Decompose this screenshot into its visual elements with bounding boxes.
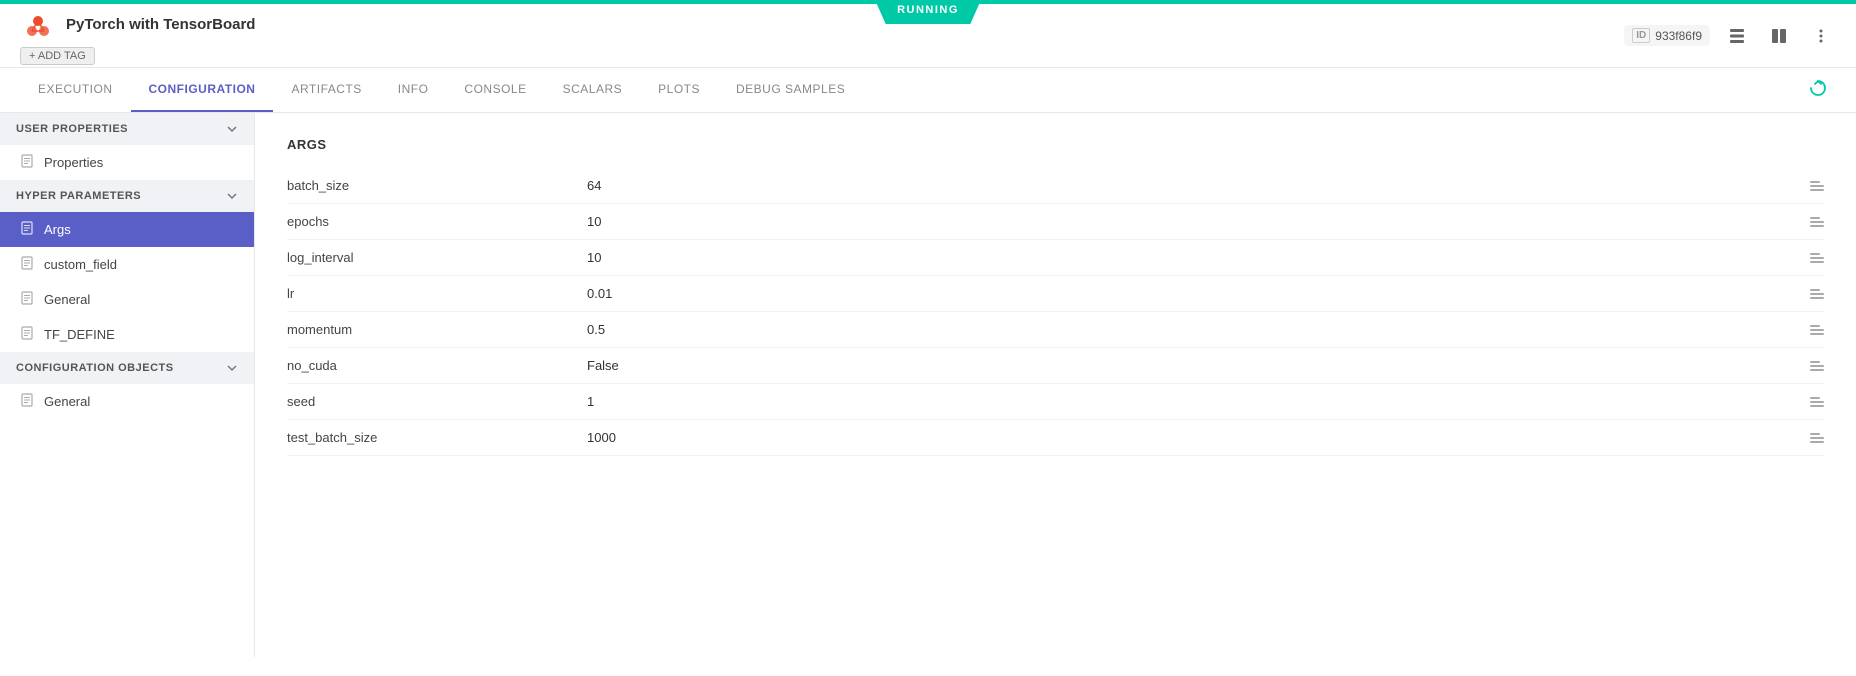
sidebar-item-general-config[interactable]: General bbox=[0, 384, 254, 419]
param-row-no-cuda: no_cuda False bbox=[287, 348, 1824, 384]
param-value-seed: 1 bbox=[587, 394, 1784, 409]
doc-icon bbox=[20, 154, 34, 171]
param-value-lr: 0.01 bbox=[587, 286, 1784, 301]
param-row-log-interval: log_interval 10 bbox=[287, 240, 1824, 276]
param-name-momentum: momentum bbox=[287, 322, 587, 337]
doc-icon-4 bbox=[20, 291, 34, 308]
doc-icon-5 bbox=[20, 326, 34, 343]
param-actions-epochs[interactable] bbox=[1784, 217, 1824, 227]
param-value-test-batch-size: 1000 bbox=[587, 430, 1784, 445]
tab-execution[interactable]: EXECUTION bbox=[20, 68, 131, 112]
header-right: ID 933f86f9 bbox=[1624, 21, 1836, 51]
param-menu-icon-test-batch-size[interactable] bbox=[1810, 433, 1824, 443]
param-row-momentum: momentum 0.5 bbox=[287, 312, 1824, 348]
doc-icon-6 bbox=[20, 393, 34, 410]
param-row-batch-size: batch_size 64 bbox=[287, 168, 1824, 204]
param-menu-icon-batch-size[interactable] bbox=[1810, 181, 1824, 191]
sidebar-item-args[interactable]: Args bbox=[0, 212, 254, 247]
section-title: ARGS bbox=[287, 137, 1824, 152]
tab-plots[interactable]: PLOTS bbox=[640, 68, 718, 112]
param-actions-seed[interactable] bbox=[1784, 397, 1824, 407]
sidebar-section-configuration-objects[interactable]: CONFIGURATION OBJECTS bbox=[0, 352, 254, 384]
param-name-lr: lr bbox=[287, 286, 587, 301]
add-tag-button[interactable]: + ADD TAG bbox=[20, 47, 95, 65]
collapse-icon bbox=[226, 123, 238, 135]
doc-icon-2 bbox=[20, 221, 34, 238]
param-name-batch-size: batch_size bbox=[287, 178, 587, 193]
sidebar-item-general[interactable]: General bbox=[0, 282, 254, 317]
collapse-icon-3 bbox=[226, 362, 238, 374]
id-value: 933f86f9 bbox=[1655, 29, 1702, 43]
param-row-epochs: epochs 10 bbox=[287, 204, 1824, 240]
header-left: PyTorch with TensorBoard + ADD TAG bbox=[20, 7, 255, 65]
sidebar-items-user-properties: Properties bbox=[0, 145, 254, 180]
param-actions-momentum[interactable] bbox=[1784, 325, 1824, 335]
param-name-epochs: epochs bbox=[287, 214, 587, 229]
param-row-lr: lr 0.01 bbox=[287, 276, 1824, 312]
param-value-momentum: 0.5 bbox=[587, 322, 1784, 337]
running-badge: RUNNING bbox=[875, 0, 981, 24]
sidebar-item-custom-field[interactable]: custom_field bbox=[0, 247, 254, 282]
app-title: PyTorch with TensorBoard bbox=[20, 7, 255, 43]
params-table: batch_size 64 epochs 10 log_interval 10 bbox=[287, 168, 1824, 456]
refresh-button[interactable] bbox=[1800, 70, 1836, 111]
param-menu-icon-momentum[interactable] bbox=[1810, 325, 1824, 335]
param-name-test-batch-size: test_batch_size bbox=[287, 430, 587, 445]
param-row-seed: seed 1 bbox=[287, 384, 1824, 420]
tab-console[interactable]: CONSOLE bbox=[446, 68, 544, 112]
sidebar-section-hyper-parameters[interactable]: HYPER PARAMETERS bbox=[0, 180, 254, 212]
list-view-button[interactable] bbox=[1722, 21, 1752, 51]
param-menu-icon-no-cuda[interactable] bbox=[1810, 361, 1824, 371]
content-area: ARGS batch_size 64 epochs 10 log_interva… bbox=[255, 113, 1856, 657]
collapse-icon-2 bbox=[226, 190, 238, 202]
param-value-epochs: 10 bbox=[587, 214, 1784, 229]
param-actions-no-cuda[interactable] bbox=[1784, 361, 1824, 371]
id-label: ID bbox=[1632, 28, 1650, 43]
app-logo bbox=[20, 7, 56, 43]
tab-info[interactable]: INFO bbox=[380, 68, 447, 112]
tabs-bar: EXECUTION CONFIGURATION ARTIFACTS INFO C… bbox=[0, 68, 1856, 113]
param-actions-log-interval[interactable] bbox=[1784, 253, 1824, 263]
sidebar: USER PROPERTIES Properties HYPER PARAMET… bbox=[0, 113, 255, 657]
doc-icon-3 bbox=[20, 256, 34, 273]
tab-debug-samples[interactable]: DEBUG SAMPLES bbox=[718, 68, 863, 112]
menu-button[interactable] bbox=[1806, 21, 1836, 51]
param-row-test-batch-size: test_batch_size 1000 bbox=[287, 420, 1824, 456]
param-actions-lr[interactable] bbox=[1784, 289, 1824, 299]
param-value-batch-size: 64 bbox=[587, 178, 1784, 193]
param-menu-icon-log-interval[interactable] bbox=[1810, 253, 1824, 263]
sidebar-section-user-properties[interactable]: USER PROPERTIES bbox=[0, 113, 254, 145]
sidebar-item-properties[interactable]: Properties bbox=[0, 145, 254, 180]
param-menu-icon-epochs[interactable] bbox=[1810, 217, 1824, 227]
main-content: USER PROPERTIES Properties HYPER PARAMET… bbox=[0, 113, 1856, 657]
split-view-button[interactable] bbox=[1764, 21, 1794, 51]
param-value-log-interval: 10 bbox=[587, 250, 1784, 265]
tab-artifacts[interactable]: ARTIFACTS bbox=[273, 68, 379, 112]
sidebar-item-tf-define[interactable]: TF_DEFINE bbox=[0, 317, 254, 352]
sidebar-items-hyper-parameters: Args custom_field General TF_DEFINE bbox=[0, 212, 254, 352]
param-name-log-interval: log_interval bbox=[287, 250, 587, 265]
param-value-no-cuda: False bbox=[587, 358, 1784, 373]
tab-scalars[interactable]: SCALARS bbox=[545, 68, 641, 112]
param-actions-batch-size[interactable] bbox=[1784, 181, 1824, 191]
param-actions-test-batch-size[interactable] bbox=[1784, 433, 1824, 443]
param-name-no-cuda: no_cuda bbox=[287, 358, 587, 373]
param-menu-icon-lr[interactable] bbox=[1810, 289, 1824, 299]
param-menu-icon-seed[interactable] bbox=[1810, 397, 1824, 407]
id-badge: ID 933f86f9 bbox=[1624, 25, 1710, 46]
sidebar-items-configuration-objects: General bbox=[0, 384, 254, 419]
tab-configuration[interactable]: CONFIGURATION bbox=[131, 68, 274, 112]
param-name-seed: seed bbox=[287, 394, 587, 409]
